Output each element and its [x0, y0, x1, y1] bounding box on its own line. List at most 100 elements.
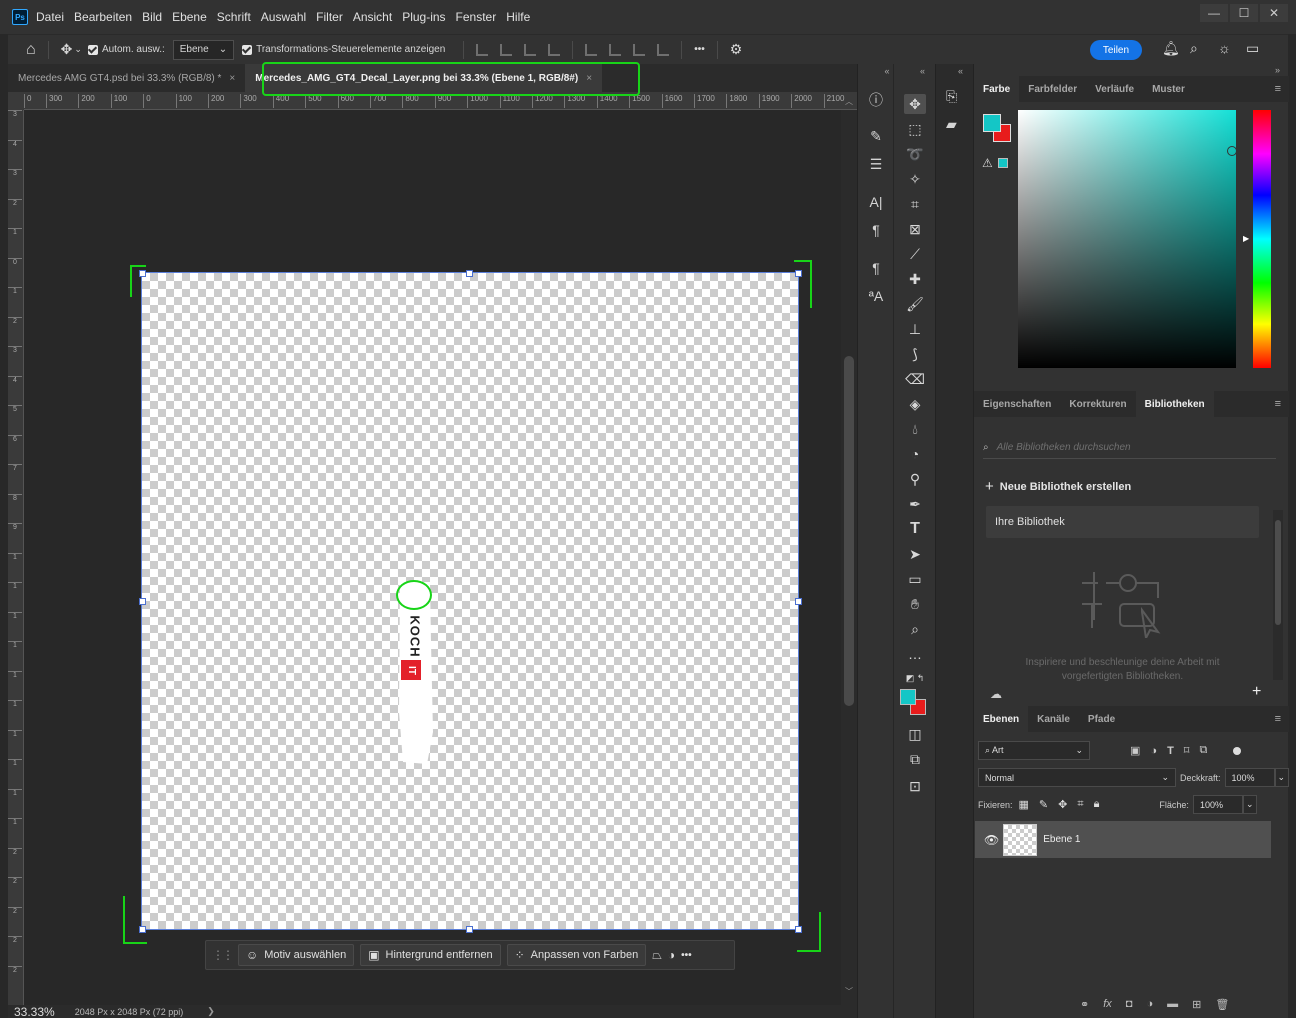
screen-mode-icon[interactable]: ⧉ [904, 749, 926, 769]
collapse-icon[interactable]: « [920, 66, 925, 76]
brush-settings-icon[interactable]: ✎ [867, 128, 885, 145]
share-tool-icon[interactable]: ⊡ [904, 776, 926, 796]
hand-tool-icon[interactable]: ✋︎ [904, 594, 926, 614]
info-icon[interactable]: ⓘ [867, 90, 885, 110]
eye-icon[interactable]: 👁︎ [984, 833, 999, 847]
more-options-button[interactable]: ••• [694, 44, 705, 55]
align-middle-icon[interactable] [609, 43, 622, 56]
crop-tool-icon[interactable]: ⌗ [904, 194, 926, 214]
lightbulb-icon[interactable]: ☼ [1218, 40, 1231, 56]
blend-mode-dropdown[interactable]: Normal ⌄ [978, 768, 1176, 787]
paragraph-styles-icon[interactable]: ¶ [867, 260, 885, 276]
paragraph-icon[interactable]: ¶ [867, 222, 885, 238]
move-tool-icon[interactable]: ✥ [904, 94, 926, 114]
new-library-button[interactable]: + Neue Bibliothek erstellen [985, 478, 1131, 495]
transform-handle-right[interactable] [795, 598, 802, 605]
character-styles-icon[interactable]: ªA [867, 288, 885, 304]
share-button[interactable]: Teilen [1090, 40, 1142, 60]
comments-icon[interactable]: ▰ [946, 116, 957, 133]
frame-tool-icon[interactable]: ⊠ [904, 219, 926, 239]
layer-row[interactable]: 👁︎ Ebene 1 [975, 821, 1271, 858]
history-brush-tool-icon[interactable]: ⟆ [904, 344, 926, 364]
hue-slider[interactable] [1253, 110, 1271, 368]
link-icon[interactable]: ⚭ [1080, 998, 1089, 1011]
hue-slider-thumb-icon[interactable]: ▶ [1243, 234, 1249, 243]
eraser-tool-icon[interactable]: ⌫ [904, 369, 926, 389]
align-right-icon[interactable] [524, 43, 537, 56]
brush-tool-icon[interactable]: 🖌︎ [904, 294, 926, 314]
menu-ebene[interactable]: Ebene [172, 10, 207, 24]
color-panel-foreground-swatch[interactable] [983, 114, 1001, 132]
auto-select-target-dropdown[interactable]: Ebene ⌄ [172, 39, 235, 60]
menu-bild[interactable]: Bild [142, 10, 162, 24]
menu-bearbeiten[interactable]: Bearbeiten [74, 10, 132, 24]
tab-pfade[interactable]: Pfade [1079, 706, 1124, 732]
quick-mask-icon[interactable]: ◫ [904, 724, 926, 744]
menu-ansicht[interactable]: Ansicht [353, 10, 392, 24]
transform-handle-bottom[interactable] [466, 926, 473, 933]
select-subject-button[interactable]: ☺ Motiv auswählen [238, 944, 355, 966]
path-selection-tool-icon[interactable]: ➤ [904, 544, 926, 564]
status-arrow-icon[interactable]: ❯ [207, 1006, 215, 1017]
filter-image-icon[interactable]: ▣ [1130, 744, 1140, 757]
filter-type-icon[interactable]: T [1167, 745, 1174, 757]
trash-icon[interactable]: 🗑︎ [1215, 998, 1229, 1011]
tab-farbe[interactable]: Farbe [974, 76, 1020, 102]
color-picker-field[interactable] [1018, 110, 1236, 368]
menu-datei[interactable]: Datei [36, 10, 64, 24]
library-scroll-thumb[interactable] [1275, 520, 1281, 625]
close-icon[interactable]: × [229, 73, 235, 84]
menu-filter[interactable]: Filter [316, 10, 343, 24]
scroll-up-icon[interactable]: ︿ [845, 96, 853, 107]
scroll-down-icon[interactable]: ﹀ [845, 986, 853, 997]
color-picker-cursor[interactable] [1227, 146, 1237, 156]
layer-filter-dropdown[interactable]: ⌕ Art ⌄ [978, 741, 1090, 760]
gear-icon[interactable]: ⚙ [730, 41, 743, 58]
mask-icon[interactable]: ◘ [1126, 998, 1133, 1011]
drag-handle-icon[interactable]: ⋮⋮ [212, 948, 234, 962]
menu-fenster[interactable]: Fenster [456, 10, 497, 24]
adjustments-icon[interactable]: ☰ [867, 156, 885, 173]
chevron-down-icon[interactable]: ⌄ [74, 44, 82, 55]
align-center-icon[interactable] [500, 43, 513, 56]
healing-brush-tool-icon[interactable]: ✚ [904, 269, 926, 289]
tab-eigenschaften[interactable]: Eigenschaften [974, 391, 1060, 417]
adjustment-layer-icon[interactable]: ◑ [1146, 998, 1153, 1011]
menu-schrift[interactable]: Schrift [217, 10, 251, 24]
eyedropper-tool-icon[interactable]: ⟋ [904, 244, 926, 264]
adjust-colors-button[interactable]: ⁘ Anpassen von Farben [506, 944, 647, 966]
fill-input[interactable]: 100% [1192, 795, 1243, 814]
foreground-color-swatch[interactable] [900, 689, 916, 705]
transform-handle-top[interactable] [466, 270, 473, 277]
maximize-button[interactable]: ☐ [1230, 4, 1258, 22]
panel-menu-icon[interactable]: ≡ [1275, 398, 1281, 410]
fx-button[interactable]: fx [1103, 998, 1112, 1011]
tab-farbfelder[interactable]: Farbfelder [1019, 76, 1086, 102]
opacity-input[interactable]: 100% [1224, 768, 1275, 787]
vertical-scroll-thumb[interactable] [844, 356, 854, 706]
workspace-icon[interactable]: ▭ [1246, 40, 1259, 57]
auto-select-checkbox[interactable]: Autom. ausw.: [87, 44, 165, 55]
close-window-button[interactable]: ✕ [1260, 4, 1288, 22]
lock-pixels-icon[interactable]: ✎ [1039, 798, 1048, 811]
search-icon[interactable]: ⌕ [1190, 40, 1198, 57]
panel-menu-icon[interactable]: ≡ [1275, 713, 1281, 725]
zoom-tool-icon[interactable]: ⌕ [904, 619, 926, 639]
lock-all-icon[interactable]: 🔒︎ [1094, 798, 1100, 811]
paint-bucket-tool-icon[interactable]: ◈ [904, 394, 926, 414]
align-top-icon[interactable] [585, 43, 598, 56]
menu-auswahl[interactable]: Auswahl [261, 10, 306, 24]
more-button[interactable]: ••• [681, 950, 692, 961]
remove-background-button[interactable]: ▣ Hintergrund entfernen [360, 944, 501, 966]
align-bottom-icon[interactable] [633, 43, 646, 56]
lock-transparency-icon[interactable]: ▦ [1019, 798, 1029, 811]
fill-dropdown[interactable]: ⌄ [1242, 795, 1257, 814]
tab-muster[interactable]: Muster [1143, 76, 1194, 102]
filter-shape-icon[interactable]: ⌑ [1184, 744, 1190, 757]
transform-icon[interactable]: ⏢ [652, 948, 662, 963]
filter-smart-object-icon[interactable]: ⧉ [1199, 744, 1207, 757]
adjustment-icon[interactable]: ◑ [668, 948, 675, 962]
collapse-icon[interactable]: « [958, 66, 963, 76]
distribute-icon[interactable] [548, 43, 561, 56]
document-canvas[interactable] [141, 272, 799, 930]
